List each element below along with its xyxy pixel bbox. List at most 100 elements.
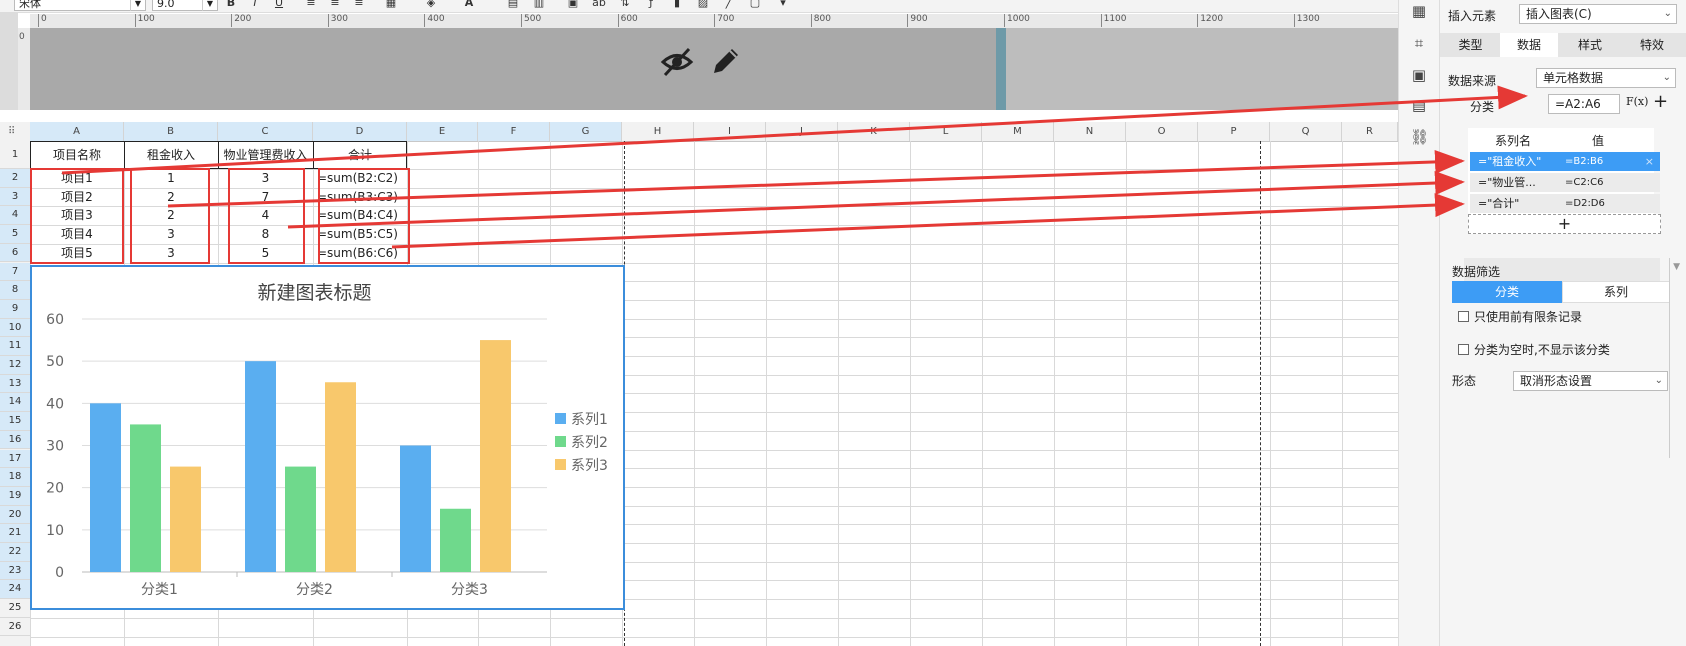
- collapse-icon[interactable]: ▼: [1673, 262, 1680, 272]
- row-header-14[interactable]: 14: [0, 393, 30, 413]
- series-row[interactable]: ="租金收入" =B2:B6 ×: [1470, 152, 1660, 171]
- table-header-cell[interactable]: 项目名称: [30, 146, 124, 164]
- column-header-o[interactable]: O: [1126, 122, 1198, 141]
- shape-select[interactable]: 取消形态设置 ⌄: [1513, 371, 1668, 391]
- font-size-select[interactable]: 9.0 ▼: [152, 0, 218, 11]
- filter-header[interactable]: 数据筛选 ▼: [1452, 258, 1680, 282]
- image-icon[interactable]: ▨: [696, 0, 710, 10]
- column-header-c[interactable]: C: [218, 122, 313, 141]
- column-header-h[interactable]: H: [622, 122, 694, 141]
- row-header-4[interactable]: 4: [0, 206, 30, 226]
- row-header-13[interactable]: 13: [0, 374, 30, 394]
- row-header-8[interactable]: 8: [0, 281, 30, 300]
- remove-series-icon[interactable]: ×: [1645, 152, 1654, 171]
- row-header-23[interactable]: 23: [0, 561, 30, 581]
- row-header-24[interactable]: 24: [0, 580, 30, 600]
- align-right-icon[interactable]: ≡: [352, 0, 366, 10]
- column-header-g[interactable]: G: [550, 122, 622, 141]
- column-header-q[interactable]: Q: [1270, 122, 1342, 141]
- table-header-cell[interactable]: 租金收入: [124, 146, 218, 164]
- header-resize-handle[interactable]: [996, 28, 1006, 110]
- sort-icon[interactable]: ⇅: [618, 0, 632, 10]
- bar-chart[interactable]: 新建图表标题 0 10 20 30 40 50 60 分类1 分类2 分类3 系列1 系列2 系列3: [30, 265, 625, 610]
- row-header-3[interactable]: 3: [0, 187, 30, 207]
- table-header-cell[interactable]: 合计: [313, 146, 407, 164]
- row-header-22[interactable]: 22: [0, 543, 30, 562]
- font-name-select[interactable]: 宋体 ▼: [14, 0, 146, 11]
- text-icon[interactable]: ab: [592, 0, 606, 10]
- fill-color-icon[interactable]: ◈: [424, 0, 438, 10]
- column-header-j[interactable]: J: [766, 122, 838, 141]
- add-category-button[interactable]: +: [1653, 91, 1668, 112]
- select-all-icon[interactable]: ⠿: [8, 122, 15, 141]
- border-icon[interactable]: ▦: [384, 0, 398, 10]
- filter-tab-category[interactable]: 分类: [1452, 281, 1562, 303]
- more-icon[interactable]: ▾: [776, 0, 790, 10]
- tab-effect[interactable]: 特效: [1622, 33, 1682, 57]
- category-input[interactable]: =A2:A6: [1548, 94, 1620, 114]
- widget-icon[interactable]: ▣: [1410, 66, 1428, 84]
- data-source-select[interactable]: 单元格数据 ⌄: [1536, 68, 1676, 88]
- limit-records-checkbox[interactable]: [1458, 311, 1469, 322]
- series-row[interactable]: ="物业管... =C2:C6: [1470, 173, 1660, 192]
- column-header-a[interactable]: A: [30, 122, 124, 141]
- column-header-k[interactable]: K: [838, 122, 910, 141]
- row-header-21[interactable]: 21: [0, 524, 30, 543]
- column-header-l[interactable]: L: [910, 122, 982, 141]
- underline-icon[interactable]: U: [272, 0, 286, 10]
- row-header-16[interactable]: 16: [0, 430, 30, 450]
- hide-eye-icon[interactable]: [660, 45, 694, 79]
- insert-element-select[interactable]: 插入图表(C) ⌄: [1519, 4, 1677, 24]
- series-row[interactable]: ="合计" =D2:D6: [1470, 194, 1660, 213]
- row-header-26[interactable]: 26: [0, 618, 30, 637]
- row-header-2[interactable]: 2: [0, 169, 30, 188]
- merge-icon[interactable]: ▤: [506, 0, 520, 10]
- row-header-20[interactable]: 20: [0, 505, 30, 525]
- row-header-6[interactable]: 6: [0, 243, 30, 263]
- panel-scrollbar[interactable]: [1669, 258, 1670, 458]
- align-center-icon[interactable]: ≡: [328, 0, 342, 10]
- row-header-9[interactable]: 9: [0, 299, 30, 319]
- hide-empty-category-checkbox[interactable]: [1458, 344, 1469, 355]
- edit-pencil-icon[interactable]: [710, 45, 742, 79]
- filter-tab-series[interactable]: 系列: [1562, 281, 1670, 303]
- row-header-11[interactable]: 11: [0, 337, 30, 356]
- tab-style[interactable]: 样式: [1560, 33, 1620, 57]
- split-icon[interactable]: ▥: [532, 0, 546, 10]
- row-header-18[interactable]: 18: [0, 468, 30, 487]
- row-header-25[interactable]: 25: [0, 599, 30, 618]
- formula-icon[interactable]: ƒ: [644, 0, 658, 10]
- row-header-15[interactable]: 15: [0, 412, 30, 431]
- italic-icon[interactable]: I: [248, 0, 262, 10]
- table-header-cell[interactable]: 物业管理费收入: [218, 146, 313, 164]
- row-header-10[interactable]: 10: [0, 318, 30, 338]
- column-header-m[interactable]: M: [982, 122, 1054, 141]
- link-icon[interactable]: ⛓: [1410, 128, 1429, 146]
- tab-data[interactable]: 数据: [1500, 33, 1558, 57]
- row-header-5[interactable]: 5: [0, 225, 30, 244]
- bold-icon[interactable]: B: [224, 0, 238, 10]
- slash-icon[interactable]: ╱: [722, 0, 736, 10]
- add-series-button[interactable]: +: [1468, 214, 1661, 234]
- column-header-n[interactable]: N: [1054, 122, 1126, 141]
- row-header-19[interactable]: 19: [0, 486, 30, 506]
- font-color-icon[interactable]: A: [462, 0, 476, 10]
- column-header-d[interactable]: D: [313, 122, 407, 141]
- row-header-17[interactable]: 17: [0, 449, 30, 469]
- layers-icon[interactable]: ▤: [1410, 96, 1428, 114]
- column-header-p[interactable]: P: [1198, 122, 1270, 141]
- tab-type[interactable]: 类型: [1443, 33, 1498, 57]
- column-header-r[interactable]: R: [1342, 122, 1398, 141]
- report-header-area[interactable]: [30, 28, 1005, 110]
- crop-icon[interactable]: ⌗: [1410, 34, 1428, 52]
- row-header-12[interactable]: 12: [0, 356, 30, 375]
- row-header-7[interactable]: 7: [0, 262, 30, 282]
- doc-icon[interactable]: ▢: [748, 0, 762, 10]
- column-header-b[interactable]: B: [124, 122, 218, 141]
- row-header-1[interactable]: 1: [0, 141, 30, 169]
- fx-button[interactable]: F(x): [1626, 95, 1648, 108]
- column-header-f[interactable]: F: [478, 122, 550, 141]
- column-header-e[interactable]: E: [407, 122, 478, 141]
- chart-icon[interactable]: ▮: [670, 0, 684, 10]
- insert-icon[interactable]: ▣: [566, 0, 580, 10]
